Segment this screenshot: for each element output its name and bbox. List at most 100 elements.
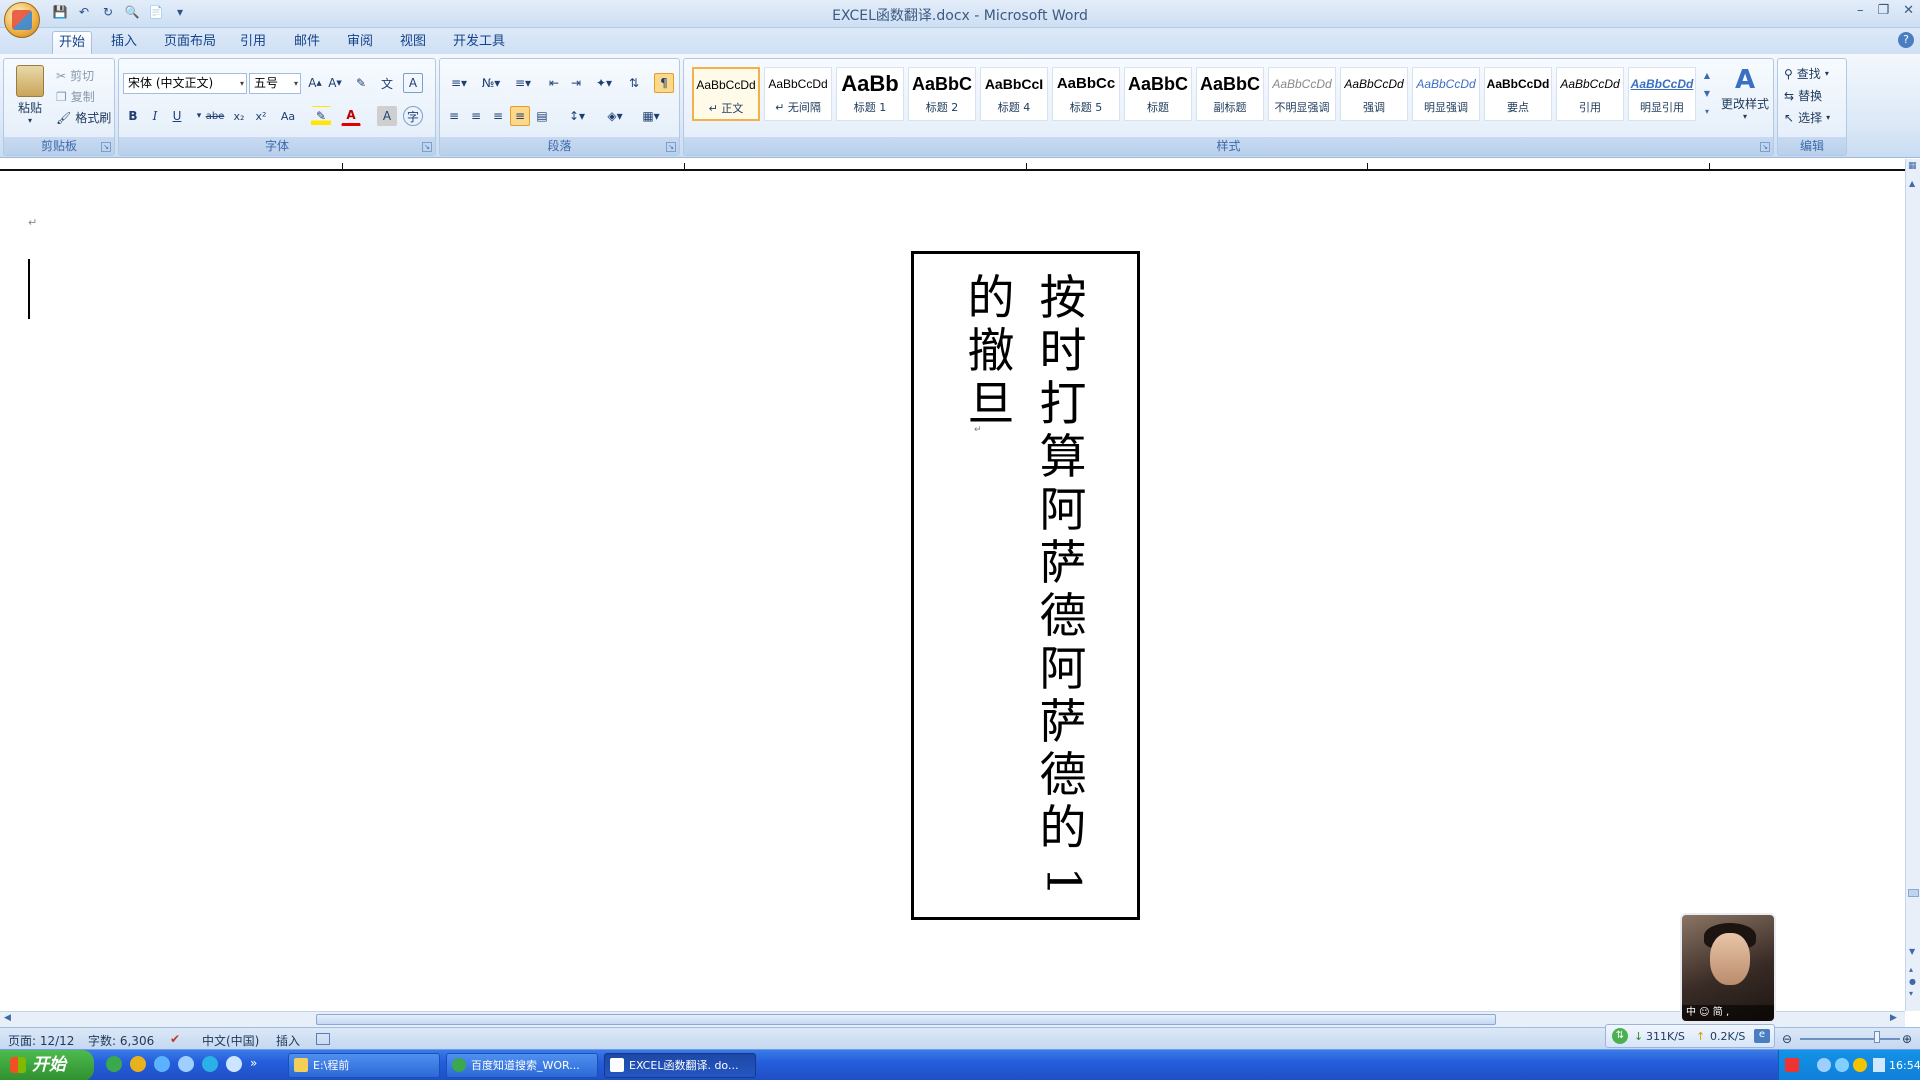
tab-insert[interactable]: 插入 <box>106 31 142 54</box>
underline-button[interactable]: U <box>167 106 187 126</box>
char-border-icon[interactable]: A <box>403 73 423 93</box>
page-indicator[interactable]: 页面: 12/12 <box>8 1032 74 1049</box>
replace-button[interactable]: ⇆ 替换 <box>1784 87 1822 104</box>
taskbar-button-explorer[interactable]: E:\程前 <box>288 1053 440 1078</box>
font-size-select[interactable]: 五号 ▾ <box>249 73 301 94</box>
scroll-down-icon[interactable]: ▼ <box>1909 947 1915 956</box>
ime-avatar-widget[interactable]: 中 ☺ 简 , <box>1680 913 1776 1023</box>
style-intense-quote[interactable]: AaBbCcDd 明显引用 <box>1628 67 1696 121</box>
bullets-icon[interactable]: ≡▾ <box>444 73 474 93</box>
scroll-thumb[interactable] <box>316 1014 1496 1025</box>
justify-icon[interactable]: ≡ <box>510 106 530 126</box>
decrease-indent-icon[interactable]: ⇤ <box>544 73 564 93</box>
change-styles-button[interactable]: A 更改样式 ▾ <box>1718 65 1772 127</box>
horizontal-ruler[interactable] <box>0 159 1905 171</box>
show-marks-icon[interactable]: ¶ <box>654 73 674 93</box>
browse-object-icon[interactable]: ● <box>1909 977 1916 986</box>
more-icon[interactable]: ▾ <box>1700 103 1714 121</box>
shrink-font-icon[interactable]: A ▼ <box>325 73 345 93</box>
tab-home[interactable]: 开始 <box>52 31 92 54</box>
tab-references[interactable]: 引用 <box>236 31 270 54</box>
tab-page-layout[interactable]: 页面布局 <box>162 31 218 54</box>
style-no-spacing[interactable]: AaBbCcDd ↵ 无间隔 <box>764 67 832 121</box>
document-page[interactable]: ↵ 按时打算阿萨德阿萨德的 1 的撤旦 ↵ <box>0 171 1905 1011</box>
tab-developer[interactable]: 开发工具 <box>450 31 508 54</box>
tab-mailings[interactable]: 邮件 <box>290 31 324 54</box>
dialog-launcher-icon[interactable]: ↘ <box>101 142 111 152</box>
find-button[interactable]: ⚲ 查找 ▾ <box>1784 65 1829 82</box>
close-icon[interactable]: ✕ <box>1903 3 1914 18</box>
italic-button[interactable]: I <box>145 106 165 126</box>
style-subtitle[interactable]: AaBbC 副标题 <box>1196 67 1264 121</box>
subscript-button[interactable]: x₂ <box>229 106 249 126</box>
macro-record-icon[interactable] <box>316 1033 330 1045</box>
dialog-launcher-icon[interactable]: ↘ <box>422 142 432 152</box>
zoom-in-icon[interactable]: ⊕ <box>1902 1032 1912 1046</box>
ie-icon[interactable] <box>202 1056 218 1072</box>
taskbar-button-word[interactable]: EXCEL函数翻译. do... <box>604 1053 756 1078</box>
office-button[interactable] <box>4 2 40 38</box>
tab-view[interactable]: 视图 <box>396 31 430 54</box>
sogou-icon[interactable] <box>1785 1058 1799 1072</box>
styles-gallery-scroll[interactable]: ▲ ▼ ▾ <box>1700 67 1714 121</box>
enclose-char-icon[interactable]: 字 <box>403 106 423 126</box>
style-heading-2[interactable]: AaBbC 标题 2 <box>908 67 976 121</box>
network-tray-icon[interactable] <box>1817 1058 1831 1072</box>
style-subtle-emphasis[interactable]: AaBbCcDd 不明显强调 <box>1268 67 1336 121</box>
style-heading-5[interactable]: AaBbCc 标题 5 <box>1052 67 1120 121</box>
increase-indent-icon[interactable]: ⇥ <box>566 73 586 93</box>
char-shading-button[interactable]: A <box>377 106 397 126</box>
vertical-scrollbar[interactable]: ▦ ▲ ▼ ▴ ● ▾ <box>1905 159 1920 1011</box>
scroll-thumb[interactable] <box>1908 889 1919 897</box>
style-emphasis[interactable]: AaBbCcDd 强调 <box>1340 67 1408 121</box>
highlight-icon[interactable]: ✎ <box>311 106 331 126</box>
format-painter-button[interactable]: 🖌 格式刷 <box>56 109 111 126</box>
align-center-icon[interactable]: ≡ <box>466 106 486 126</box>
sort-icon[interactable]: ⇅ <box>624 73 644 93</box>
multilevel-list-icon[interactable]: ≡▾ <box>508 73 538 93</box>
dialog-launcher-icon[interactable]: ↘ <box>666 142 676 152</box>
paste-button[interactable]: 粘贴 ▾ <box>12 65 48 125</box>
spelling-check-icon[interactable]: ✔ <box>170 1032 180 1046</box>
insert-mode[interactable]: 插入 <box>276 1032 300 1049</box>
ie-shortcut-icon[interactable] <box>178 1056 194 1072</box>
bold-button[interactable]: B <box>123 106 143 126</box>
network-monitor[interactable]: ⇅ ↓ 311K/S ↑ 0.2K/S e <box>1605 1024 1775 1048</box>
grow-font-icon[interactable]: A ▲ <box>305 73 325 93</box>
style-heading-1[interactable]: AaBb 标题 1 <box>836 67 904 121</box>
numbering-icon[interactable]: №▾ <box>476 73 506 93</box>
clear-format-icon[interactable]: ✎ <box>351 73 371 93</box>
align-left-icon[interactable]: ≡ <box>444 106 464 126</box>
clock[interactable]: 16:54 <box>1889 1050 1920 1080</box>
superscript-button[interactable]: x² <box>251 106 271 126</box>
cut-button[interactable]: ✂ 剪切 <box>56 67 94 84</box>
style-intense-emphasis[interactable]: AaBbCcDd 明显强调 <box>1412 67 1480 121</box>
zoom-slider[interactable] <box>1800 1038 1900 1040</box>
app-shortcut-icon[interactable] <box>226 1056 242 1072</box>
scroll-right-icon[interactable]: ▶ <box>1890 1013 1897 1023</box>
start-button[interactable]: 开始 <box>0 1050 94 1080</box>
distribute-icon[interactable]: ▤ <box>532 106 552 126</box>
media-icon[interactable] <box>130 1056 146 1072</box>
shading-icon[interactable]: ◈▾ <box>600 106 630 126</box>
text-direction-icon[interactable]: ✦▾ <box>590 73 618 93</box>
previous-page-icon[interactable]: ▴ <box>1909 965 1913 974</box>
align-right-icon[interactable]: ≡ <box>488 106 508 126</box>
tab-review[interactable]: 审阅 <box>343 31 377 54</box>
desktop-icon[interactable] <box>154 1056 170 1072</box>
copy-button[interactable]: ❐ 复制 <box>56 88 95 105</box>
line-spacing-icon[interactable]: ↕▾ <box>562 106 592 126</box>
change-case-button[interactable]: Aa <box>275 106 301 126</box>
tray-app-icon[interactable] <box>1873 1058 1885 1072</box>
more-icon[interactable]: » <box>250 1056 266 1072</box>
next-page-icon[interactable]: ▾ <box>1909 989 1913 998</box>
language-indicator[interactable]: 中文(中国) <box>202 1032 259 1049</box>
volume-icon[interactable] <box>1835 1058 1849 1072</box>
help-icon[interactable]: ? <box>1898 32 1914 48</box>
style-title[interactable]: AaBbC 标题 <box>1124 67 1192 121</box>
dialog-launcher-icon[interactable]: ↘ <box>1760 142 1770 152</box>
scroll-up-icon[interactable]: ▲ <box>1700 67 1714 85</box>
restore-icon[interactable]: ❐ <box>1877 3 1889 18</box>
vertical-text-box[interactable]: 按时打算阿萨德阿萨德的 1 的撤旦 ↵ <box>911 251 1140 920</box>
word-count[interactable]: 字数: 6,306 <box>88 1032 154 1049</box>
